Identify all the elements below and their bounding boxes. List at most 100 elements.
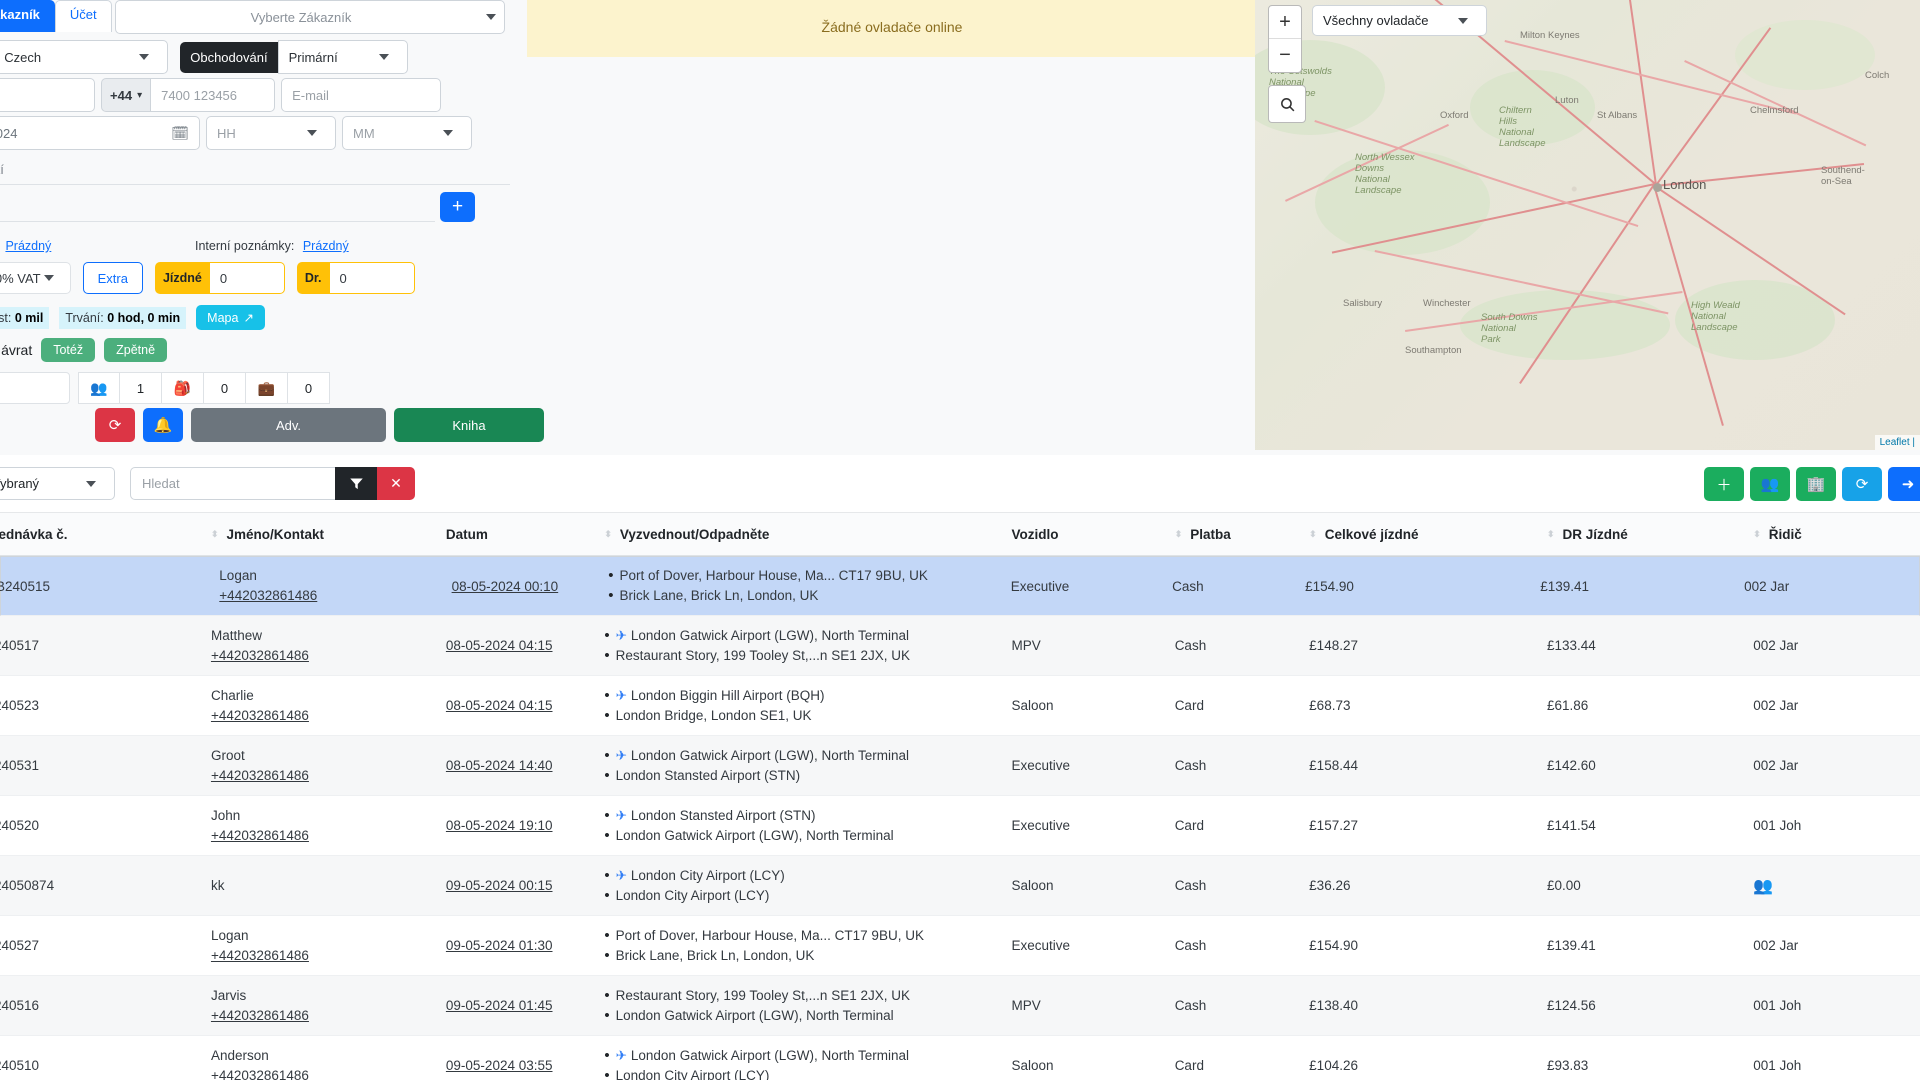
pickup-address: • Port of Dover, Harbour House, Ma... CT1… [608, 567, 928, 584]
column-header-driver[interactable]: ⬍ Řidič [1747, 527, 1920, 542]
sort-icon: ⬍ [210, 528, 219, 539]
column-header-dr[interactable]: ⬍ DR Jízdné [1541, 527, 1747, 542]
date-input[interactable]: 08-05-2024 🗓 [0, 116, 200, 150]
tab-account[interactable]: Účet [54, 0, 112, 32]
bell-icon[interactable]: 🔔 [143, 408, 183, 442]
customer-phone[interactable]: +442032861486 [211, 646, 434, 666]
map-zoom-out-button[interactable]: − [1269, 39, 1301, 72]
table-row[interactable]: AB240516 Jarvis +442032861486 09-05-2024 01… [0, 976, 1920, 1036]
tab-customer[interactable]: Zákazník [0, 0, 55, 32]
notes-value[interactable]: Prázdný [5, 239, 51, 253]
booking-datetime[interactable]: 08-05-2024 00:10 [452, 579, 559, 594]
trading-label: Obchodování [180, 41, 278, 73]
trading-select[interactable]: Primární [277, 40, 408, 74]
column-header-total[interactable]: ⬍ Celkové jízdné [1303, 527, 1541, 542]
customer-phone[interactable]: +442032861486 [211, 1066, 434, 1080]
vat-select[interactable]: 20% VAT [0, 262, 71, 294]
passengers-count[interactable]: 1 [120, 372, 162, 404]
phone-country-code[interactable]: +44 ▾ [101, 78, 151, 112]
company-button[interactable]: 🏢 [1796, 467, 1836, 501]
booking-datetime[interactable]: 09-05-2024 00:15 [446, 878, 553, 893]
add-booking-button[interactable]: ＋ [1704, 467, 1744, 501]
refresh-list-button[interactable]: ⟳ [1842, 467, 1882, 501]
booking-datetime[interactable]: 08-05-2024 14:40 [446, 758, 553, 773]
dropoff-input[interactable]: Vypadní [0, 192, 435, 222]
refresh-icon[interactable]: ⟳ [95, 408, 135, 442]
column-header-route[interactable]: ⬍ Vyzvednout/Odpadněte [598, 527, 1005, 542]
booking-datetime[interactable]: 09-05-2024 03:55 [446, 1058, 553, 1073]
capacity-group: 👥 1 🎒 0 💼 0 [78, 372, 330, 404]
map-panel[interactable]: London Milton Keynes Oxford St Albans Ch… [1255, 0, 1920, 450]
cell-payment: Cash [1174, 878, 1207, 893]
same-button[interactable]: Totéž [41, 338, 96, 362]
sort-icon: ⬍ [1547, 528, 1555, 539]
table-row[interactable]: AB24050874kk09-05-2024 00:15•✈London Cit… [0, 856, 1920, 916]
column-header-ref[interactable]: Objednávka č. [0, 527, 205, 542]
booking-datetime[interactable]: 08-05-2024 04:15 [446, 698, 553, 713]
sort-icon: ⬍ [604, 528, 612, 539]
next-button[interactable]: ➜ [1888, 467, 1920, 501]
fare-input[interactable]: 0 [209, 262, 285, 294]
column-header-date[interactable]: Datum [440, 527, 598, 542]
map-button-label: Mapa [207, 310, 239, 325]
column-header-payment[interactable]: ⬍ Platba [1169, 527, 1303, 542]
cell-name-contact: kk [205, 868, 440, 904]
users-icon[interactable]: 👥 [1753, 878, 1773, 895]
customer-select[interactable]: Vyberte Zákazník [115, 0, 505, 34]
extra-button[interactable]: Extra [82, 262, 143, 294]
leaflet-attribution[interactable]: Leaflet | [1874, 435, 1920, 450]
customer-phone[interactable]: +442032861486 [211, 826, 434, 846]
pickup-input[interactable]: Vyzvednutí [0, 155, 510, 185]
name-input[interactable]: Jméno [0, 78, 95, 112]
cell-route: • ✈ London Gatwick Airport (LGW), North Te… [598, 738, 1005, 794]
customer-phone[interactable]: +442032861486 [211, 1006, 434, 1026]
close-icon[interactable]: ✕ [377, 467, 415, 500]
email-input[interactable]: E-mail [281, 78, 442, 112]
column-header-name[interactable]: ⬍ Jméno/Kontakt [205, 527, 440, 542]
minute-select[interactable]: MM [342, 116, 472, 150]
open-map-button[interactable]: Mapa ↗ [196, 305, 265, 330]
column-header-vehicle[interactable]: Vozidlo [1006, 527, 1169, 542]
assign-driver-button[interactable]: 👥 [1750, 467, 1790, 501]
cell-payment: Card [1174, 1058, 1204, 1073]
book-button[interactable]: Kniha [394, 408, 544, 442]
fare-label: Jízdné [154, 262, 210, 294]
hour-select[interactable]: HH [206, 116, 336, 150]
table-row[interactable]: AB240517 Matthew +442032861486 08-05-2024 0… [0, 616, 1920, 676]
booking-datetime[interactable]: 08-05-2024 04:15 [446, 638, 553, 653]
reverse-button[interactable]: Zpětně [104, 338, 168, 362]
phone-input[interactable]: 7400 123456 [150, 78, 276, 112]
customer-phone[interactable]: +442032861486 [211, 946, 434, 966]
add-stop-button[interactable]: + [440, 192, 475, 222]
table-row[interactable]: AB240510 Anderson +442032861486 09-05-2024 … [0, 1036, 1920, 1080]
map-zoom-in-button[interactable]: + [1269, 6, 1301, 39]
adv-button[interactable]: Adv. [191, 408, 386, 442]
table-row[interactable]: AB240527 Logan +442032861486 09-05-2024 01:… [0, 916, 1920, 976]
driver-filter-select[interactable]: Všechny ovladače [1312, 5, 1487, 36]
search-icon [1280, 97, 1294, 111]
vehicle-select[interactable]: Saloon [0, 372, 70, 404]
internal-notes-value[interactable]: Prázdný [303, 239, 349, 253]
booking-datetime[interactable]: 09-05-2024 01:30 [446, 938, 553, 953]
booking-datetime[interactable]: 09-05-2024 01:45 [446, 998, 553, 1013]
booking-datetime[interactable]: 08-05-2024 19:10 [446, 818, 553, 833]
customer-phone[interactable]: +442032861486 [219, 586, 439, 606]
cell-dr-fare: £139.41 [1547, 938, 1596, 953]
selected-count-select[interactable]: 3 Vybraný [0, 467, 115, 500]
filter-icon[interactable] [335, 467, 377, 500]
bags-count[interactable]: 0 [204, 372, 246, 404]
map-search-button[interactable] [1268, 85, 1306, 123]
table-row[interactable]: AB240515 Logan +442032861486 08-05-2024 00:… [0, 556, 1920, 616]
table-row[interactable]: AB240531 Groot +442032861486 08-05-2024 14:… [0, 736, 1920, 796]
luggage-count[interactable]: 0 [288, 372, 330, 404]
table-row[interactable]: AB240520 John +442032861486 08-05-2024 19:1… [0, 796, 1920, 856]
calendar-icon[interactable]: 🗓 [171, 125, 189, 142]
map-green-area [1735, 20, 1875, 90]
customer-phone[interactable]: +442032861486 [211, 706, 434, 726]
language-select[interactable]: Czech [0, 40, 169, 74]
cell-driver: 👥 [1747, 868, 1920, 904]
dr-input[interactable]: 0 [329, 262, 415, 294]
search-input[interactable]: Hledat [130, 467, 335, 500]
table-row[interactable]: AB240523 Charlie +442032861486 08-05-2024 0… [0, 676, 1920, 736]
customer-phone[interactable]: +442032861486 [211, 766, 434, 786]
